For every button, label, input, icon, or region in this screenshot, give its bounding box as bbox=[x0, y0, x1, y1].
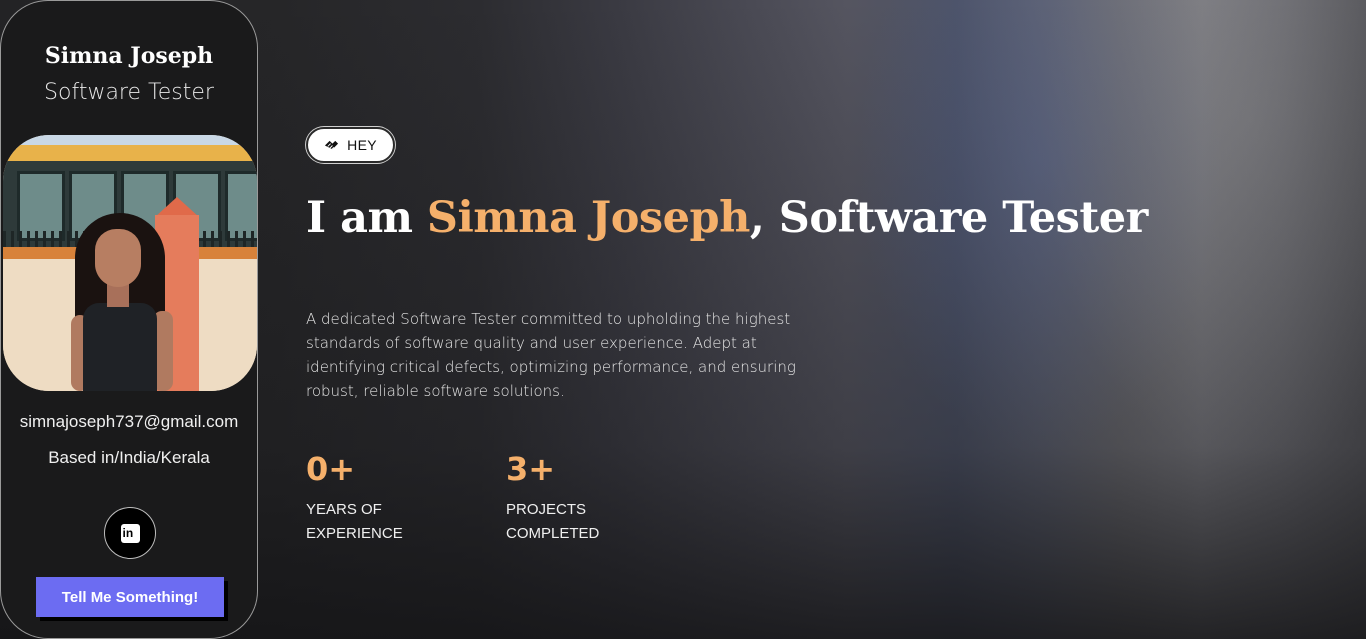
profile-email: simnajoseph737@gmail.com bbox=[19, 412, 239, 431]
stat-label: PROJECTS COMPLETED bbox=[506, 501, 600, 542]
stat-value: 3+ bbox=[506, 450, 556, 488]
stat-label: YEARS OF EXPERIENCE bbox=[306, 501, 403, 542]
profile-card: Simna Joseph Software Tester simnajoseph… bbox=[0, 0, 258, 639]
stat-experience: 0+ YEARS OF EXPERIENCE bbox=[306, 450, 426, 546]
headline-suffix: , Software Tester bbox=[749, 193, 1148, 243]
profile-photo bbox=[3, 135, 257, 391]
stat-value: 0+ bbox=[306, 450, 356, 488]
profile-role: Software Tester bbox=[44, 80, 214, 105]
bio-text: A dedicated Software Tester committed to… bbox=[306, 310, 796, 400]
linkedin-icon: in bbox=[120, 523, 140, 543]
tell-me-something-button[interactable]: Tell Me Something! bbox=[36, 577, 224, 617]
handshake-icon bbox=[325, 140, 339, 150]
headline-name: Simna Joseph bbox=[426, 193, 750, 243]
linkedin-button[interactable]: in bbox=[104, 507, 156, 559]
profile-location: Based in/India/Kerala bbox=[48, 448, 210, 467]
hey-label: HEY bbox=[347, 137, 377, 153]
headline-prefix: I am bbox=[306, 193, 427, 243]
profile-name: Simna Joseph bbox=[44, 43, 214, 69]
page-title: I am Simna Joseph, Software Tester bbox=[306, 193, 1148, 243]
hey-badge: HEY bbox=[306, 127, 395, 163]
stat-projects: 3+ PROJECTS COMPLETED bbox=[506, 450, 626, 546]
